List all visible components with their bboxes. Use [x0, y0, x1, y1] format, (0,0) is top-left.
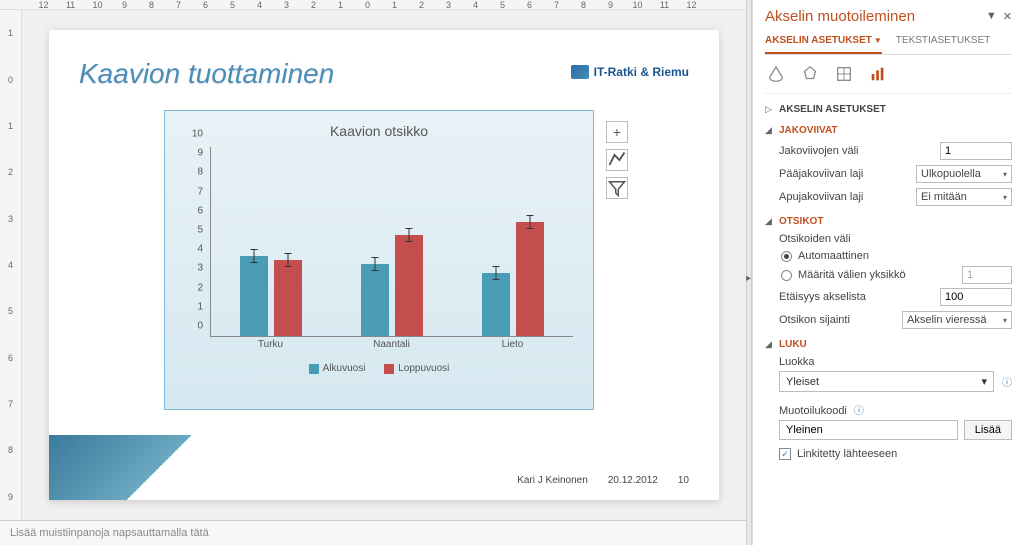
slide-decoration [49, 435, 269, 500]
checkbox-icon: ✓ [779, 448, 791, 460]
slide-logo: IT-Ratki & Riemu [571, 65, 689, 79]
label-position-select[interactable]: Akselin vieressä▾ [902, 311, 1012, 329]
slide[interactable]: Kaavion tuottaminen IT-Ratki & Riemu Kaa… [49, 30, 719, 500]
linked-checkbox-row[interactable]: ✓ Linkitetty lähteeseen [779, 448, 1012, 460]
major-tick-label: Pääjakoviivan laji [779, 168, 916, 180]
legend-swatch-b [384, 364, 394, 374]
horizontal-ruler: 1211109876543210123456789101112 [0, 0, 746, 10]
radio-specify[interactable]: Määritä välien yksikkö [779, 266, 1012, 284]
footer-page: 10 [678, 475, 689, 486]
panel-dropdown-icon[interactable]: ▼ [986, 10, 997, 23]
format-code-label: Muotoilukoodi [779, 405, 847, 417]
tab-text-options[interactable]: TEKSTIASETUKSET [896, 33, 990, 54]
info-icon[interactable]: ⓘ [854, 406, 864, 417]
footer-date: 20.12.2012 [608, 475, 658, 486]
minor-tick-select[interactable]: Ei mitään▾ [916, 188, 1012, 206]
section-axis-options[interactable]: ▷ AKSELIN ASETUKSET [765, 104, 1012, 115]
legend-label-b: Loppuvuosi [398, 363, 449, 374]
section-tick-marks[interactable]: ◢ JAKOVIIVAT [765, 125, 1012, 136]
chart-object[interactable]: Kaavion otsikko 012345678910 TurkuNaanta… [164, 110, 594, 410]
axis-options-icon[interactable] [867, 63, 889, 85]
notes-placeholder[interactable]: Lisää muistiinpanoja napsauttamalla tätä [0, 520, 746, 545]
legend-label-a: Alkuvuosi [323, 363, 366, 374]
chart-title[interactable]: Kaavion otsikko [165, 111, 593, 145]
section-number[interactable]: ◢ LUKU [765, 339, 1012, 350]
panel-close-icon[interactable]: ✕ [1003, 10, 1012, 23]
slide-footer: Kari J Keinonen 20.12.2012 10 [79, 475, 689, 486]
panel-title: Akselin muotoileminen [765, 8, 915, 25]
pane-divider[interactable]: ▸ [746, 0, 752, 545]
footer-author: Kari J Keinonen [517, 475, 588, 486]
chart-elements-button[interactable]: + [606, 121, 628, 143]
chart-legend[interactable]: Alkuvuosi Loppuvuosi [165, 363, 593, 377]
radio-automatic[interactable]: Automaattinen [779, 250, 1012, 262]
slide-title[interactable]: Kaavion tuottaminen [79, 58, 334, 90]
distance-label: Etäisyys akselista [779, 291, 940, 303]
major-tick-select[interactable]: Ulkopuolella▾ [916, 165, 1012, 183]
logo-text: IT-Ratki & Riemu [594, 65, 689, 79]
expand-icon: ◢ [765, 339, 775, 350]
tick-interval-label: Jakoviivojen väli [779, 145, 940, 157]
legend-swatch-a [309, 364, 319, 374]
label-position-label: Otsikon sijainti [779, 314, 902, 326]
chart-x-axis[interactable]: TurkuNaantaliLieto [210, 339, 573, 355]
info-icon[interactable]: ⓘ [1002, 374, 1012, 389]
tab-axis-options[interactable]: AKSELIN ASETUKSET▼ [765, 33, 882, 54]
tick-interval-input[interactable] [940, 142, 1012, 160]
labels-interval-label: Otsikoiden väli [779, 233, 1012, 245]
format-axis-panel: Akselin muotoileminen ▼ ✕ AKSELIN ASETUK… [752, 0, 1024, 545]
category-label: Luokka [779, 356, 1012, 368]
chart-styles-button[interactable] [606, 149, 628, 171]
fill-line-icon[interactable] [765, 63, 787, 85]
radio-icon [781, 251, 792, 262]
expand-icon: ◢ [765, 125, 775, 136]
chart-filters-button[interactable] [606, 177, 628, 199]
specify-unit-input[interactable] [962, 266, 1012, 284]
size-properties-icon[interactable] [833, 63, 855, 85]
effects-icon[interactable] [799, 63, 821, 85]
collapse-icon: ▷ [765, 104, 775, 115]
chart-plot-area[interactable] [210, 147, 573, 337]
category-select[interactable]: Yleiset▾ [779, 371, 994, 392]
radio-icon [781, 270, 792, 281]
vertical-ruler: 10123456789 [0, 10, 22, 520]
logo-icon [571, 65, 589, 79]
chart-y-axis[interactable]: 012345678910 [185, 145, 207, 337]
expand-icon: ◢ [765, 216, 775, 227]
add-button[interactable]: Lisää [964, 420, 1012, 440]
section-labels[interactable]: ◢ OTSIKOT [765, 216, 1012, 227]
distance-input[interactable] [940, 288, 1012, 306]
minor-tick-label: Apujakoviivan laji [779, 191, 916, 203]
format-code-input[interactable] [779, 420, 958, 440]
